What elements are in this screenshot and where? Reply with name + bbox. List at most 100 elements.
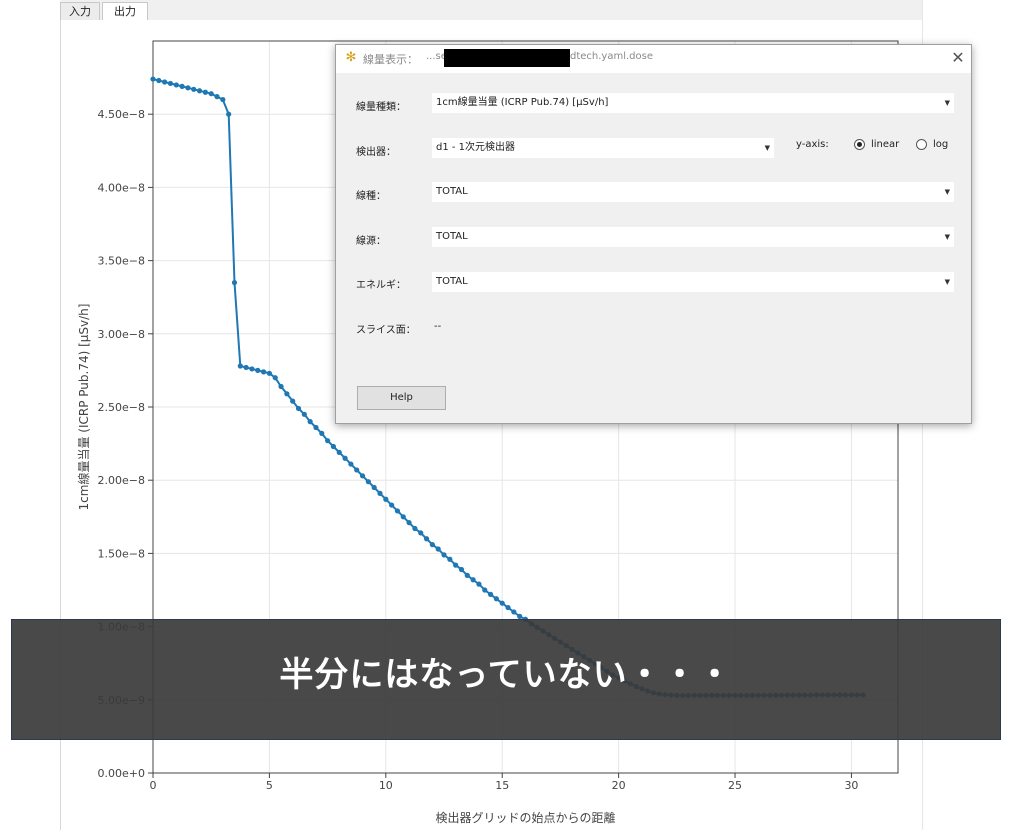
data-point bbox=[499, 600, 505, 606]
data-point bbox=[284, 391, 290, 397]
chevron-down-icon: ▼ bbox=[944, 278, 950, 286]
data-point bbox=[371, 484, 377, 491]
linear-radio-label: linear bbox=[871, 139, 900, 150]
data-point bbox=[453, 562, 459, 568]
data-point bbox=[313, 424, 319, 431]
data-point bbox=[214, 94, 220, 100]
slice-value: -- bbox=[434, 321, 442, 332]
chevron-down-icon: ▼ bbox=[764, 144, 770, 152]
data-point bbox=[266, 370, 273, 376]
data-point bbox=[295, 405, 302, 412]
energy-value: TOTAL bbox=[436, 276, 468, 287]
data-point bbox=[173, 82, 179, 88]
data-point bbox=[487, 591, 494, 597]
data-point bbox=[290, 398, 296, 404]
y-tick-label: 0.00e+0 bbox=[98, 767, 145, 780]
data-point bbox=[156, 77, 162, 84]
x-tick-label: 15 bbox=[495, 779, 509, 792]
data-point bbox=[359, 473, 366, 479]
data-point bbox=[482, 587, 488, 593]
help-button[interactable]: Help bbox=[357, 386, 446, 410]
y-tick-label: 1.50e−8 bbox=[98, 547, 145, 560]
data-point bbox=[429, 542, 435, 548]
dose-type-select[interactable]: 1cm線量当量 (ICRP Pub.74) [μSv/h] ▼ bbox=[432, 93, 954, 113]
x-tick-label: 30 bbox=[844, 779, 858, 792]
radiation-type-select[interactable]: TOTAL ▼ bbox=[432, 182, 954, 202]
data-point bbox=[162, 79, 168, 85]
data-point bbox=[237, 363, 243, 369]
y-tick-label: 3.50e−8 bbox=[98, 255, 145, 268]
caption-banner: 半分にはなっていない・・・ bbox=[11, 619, 1001, 740]
data-point bbox=[325, 438, 331, 444]
data-point bbox=[202, 89, 208, 95]
y-tick-label: 3.00e−8 bbox=[98, 328, 145, 341]
data-point bbox=[249, 366, 255, 372]
data-point bbox=[336, 449, 342, 455]
x-axis-label: 検出器グリッドの始点からの距離 bbox=[435, 811, 615, 825]
data-point bbox=[470, 577, 476, 583]
data-point bbox=[330, 443, 337, 450]
data-point bbox=[394, 508, 401, 514]
data-point bbox=[365, 479, 371, 485]
yaxis-label: y-axis: bbox=[796, 139, 829, 150]
data-point bbox=[179, 83, 185, 89]
data-point bbox=[447, 556, 453, 562]
data-point bbox=[260, 369, 267, 375]
data-point bbox=[377, 490, 383, 496]
data-point bbox=[231, 279, 238, 286]
data-point bbox=[208, 91, 214, 97]
data-point bbox=[476, 581, 482, 587]
data-point bbox=[226, 111, 232, 117]
log-radio-label: log bbox=[933, 139, 949, 150]
caption-text: 半分にはなっていない・・・ bbox=[279, 655, 733, 695]
y-tick-label: 2.00e−8 bbox=[98, 474, 145, 487]
linear-radio[interactable] bbox=[854, 139, 865, 150]
data-point bbox=[511, 609, 517, 615]
x-tick-label: 0 bbox=[150, 779, 157, 792]
detector-select[interactable]: d1 - 1次元検出器 ▼ bbox=[432, 138, 774, 158]
detector-value: d1 - 1次元検出器 bbox=[436, 142, 516, 153]
radiation-type-label: 線種： bbox=[356, 191, 386, 202]
data-point bbox=[354, 467, 360, 473]
dose-display-dialog: ✻ 線量表示： ...se dtech.yaml.dose ✕ 線量種類： 1c… bbox=[335, 44, 972, 424]
data-point bbox=[185, 85, 191, 91]
data-point bbox=[406, 520, 412, 526]
redacted-path bbox=[444, 49, 570, 67]
dialog-title: 線量表示： bbox=[363, 53, 418, 66]
data-point bbox=[191, 86, 197, 92]
data-point bbox=[342, 455, 348, 461]
chevron-down-icon: ▼ bbox=[944, 99, 950, 107]
dialog-path-suffix: dtech.yaml.dose bbox=[570, 51, 654, 62]
dose-type-label: 線量種類： bbox=[356, 102, 406, 113]
data-point bbox=[389, 502, 395, 508]
gear-icon: ✻ bbox=[345, 50, 357, 65]
data-point bbox=[383, 496, 389, 502]
energy-select[interactable]: TOTAL ▼ bbox=[432, 272, 954, 292]
data-point bbox=[319, 430, 325, 436]
energy-label: エネルギ： bbox=[356, 280, 406, 291]
data-point bbox=[243, 364, 249, 371]
data-point bbox=[272, 375, 278, 381]
chevron-down-icon: ▼ bbox=[944, 188, 950, 196]
data-point bbox=[150, 76, 156, 82]
close-icon[interactable]: ✕ bbox=[948, 47, 968, 69]
chevron-down-icon: ▼ bbox=[944, 233, 950, 241]
data-point bbox=[255, 367, 261, 373]
dose-type-value: 1cm線量当量 (ICRP Pub.74) [μSv/h] bbox=[436, 97, 609, 108]
data-point bbox=[458, 566, 465, 573]
data-point bbox=[418, 530, 424, 536]
data-point bbox=[435, 546, 441, 552]
app-window: 入力 出力 0510152025300.00e+05.00e−91.00e−81… bbox=[0, 0, 1014, 830]
data-point bbox=[307, 419, 313, 425]
slice-label: スライス面： bbox=[356, 325, 416, 336]
y-tick-label: 2.50e−8 bbox=[98, 401, 145, 414]
data-point bbox=[505, 604, 511, 611]
data-point bbox=[423, 536, 430, 542]
data-point bbox=[278, 383, 284, 390]
log-radio[interactable] bbox=[916, 139, 927, 150]
y-axis-label: 1cm線量当量 (ICRP Pub.74) [μSv/h] bbox=[76, 304, 91, 511]
dialog-titlebar: ✻ 線量表示： ...se dtech.yaml.dose ✕ bbox=[336, 45, 971, 73]
source-select[interactable]: TOTAL ▼ bbox=[432, 227, 954, 247]
source-label: 線源： bbox=[356, 236, 386, 247]
data-point bbox=[196, 88, 203, 94]
